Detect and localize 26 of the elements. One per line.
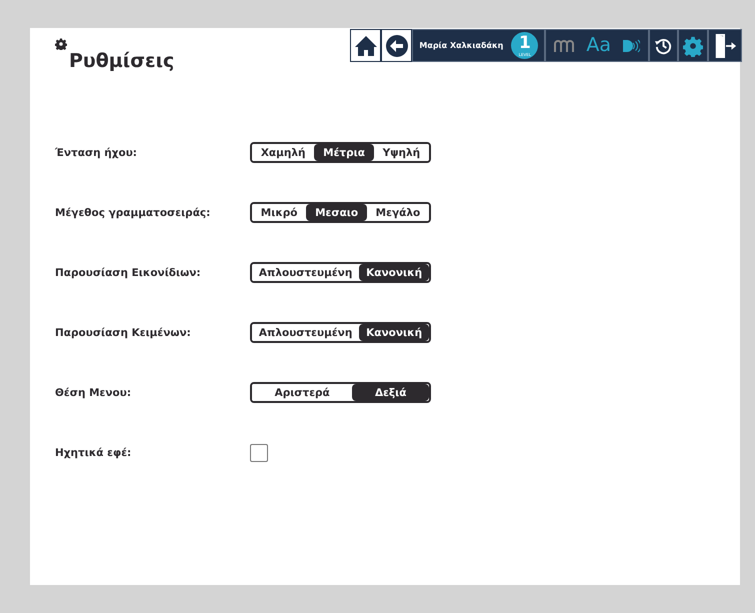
option-button[interactable]: Μέτρια — [314, 144, 374, 161]
option-button[interactable]: Δεξιά — [352, 384, 429, 401]
user-name: Μαρία Χαλκιαδάκη — [419, 41, 504, 50]
setting-label: Παρουσίαση Εικονίδιων: — [55, 266, 202, 278]
home-icon — [354, 34, 378, 58]
page-title: Ρυθμίσεις — [69, 50, 174, 72]
setting-label: Ένταση ήχου: — [55, 146, 138, 158]
settings-button[interactable] — [678, 29, 708, 62]
speaker-icon[interactable] — [623, 38, 640, 52]
history-button[interactable] — [649, 29, 678, 62]
door-exit-icon — [713, 32, 737, 60]
setting-label: Παρουσίαση Κειμένων: — [55, 326, 192, 338]
logout-button[interactable] — [708, 29, 742, 62]
back-button[interactable] — [381, 29, 412, 62]
setting-label: Μέγεθος γραμματοσειράς: — [55, 206, 212, 218]
settings-icon — [683, 34, 703, 56]
home-button[interactable] — [350, 29, 382, 62]
option-button[interactable]: Κανονική — [359, 324, 429, 341]
arches-icon[interactable] — [554, 40, 574, 52]
option-button[interactable]: Μεσαιο — [306, 204, 367, 221]
option-button[interactable]: Κανονική — [359, 264, 429, 281]
font-size-button[interactable]: Aa — [586, 36, 611, 55]
setting-label: Ηχητικά εφέ: — [55, 446, 132, 458]
checkbox[interactable] — [250, 444, 268, 462]
setting-label: Θέση Μενου: — [55, 386, 132, 398]
gear-icon — [55, 38, 67, 50]
